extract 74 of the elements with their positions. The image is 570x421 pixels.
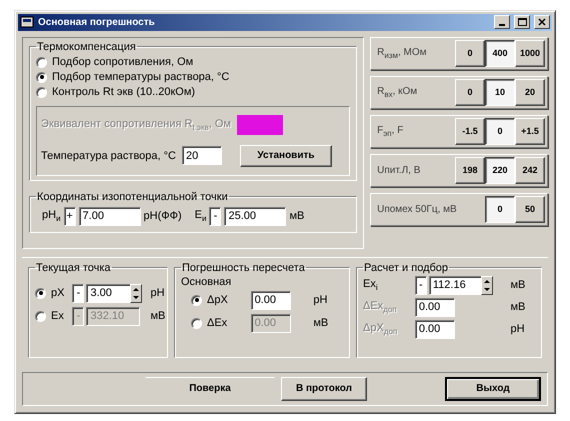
toggle-button[interactable]: +1.5 [515,118,545,145]
toggle-button[interactable]: 0 [455,40,485,67]
equivalent-label: Эквивалент сопротивления R$_{t экв}$, Ом [41,118,231,132]
input-field[interactable]: 7.00 [78,206,141,226]
sign-field[interactable]: + [64,206,76,226]
radio-button[interactable] [36,72,47,83]
radio-button[interactable] [191,294,202,306]
option-label: Контроль Rt экв (10..20кОм) [52,86,196,98]
input-field[interactable]: 25.00 [224,206,286,226]
unit-label: мВ [510,279,526,292]
option-label: ΔEx [207,317,228,330]
unit-label: pH(ФФ) [144,210,182,222]
sign-field[interactable]: - [209,206,222,226]
field-label: ΔEx$_{доп}$ [363,300,398,315]
radio-button[interactable] [36,56,47,68]
unit-label: мВ [150,310,166,322]
group-title: Погрешность пересчета [181,262,306,274]
unit-label: pH [313,294,328,306]
maximize-button[interactable] [514,15,530,30]
group-title: Расчет и подбор [363,262,450,274]
toggle-button[interactable]: 198 [455,156,485,184]
set-button[interactable]: Установить [240,144,332,167]
field-label: Ex$_{i}$ [363,278,379,293]
option-label: Ex [51,310,64,322]
parameter-label: F$_{эп}$, F [377,124,404,138]
field-label: ΔpX$_{доп}$ [363,322,398,337]
radio-button[interactable] [35,288,46,299]
toggle-button[interactable]: 50 [515,196,545,223]
option-label: Подбор сопротивления, Ом [52,56,194,68]
group-subtitle: Основная [181,276,232,288]
field-label: E$_{и}$ [194,209,206,224]
toggle-button[interactable]: 20 [515,78,545,106]
toggle-button[interactable]: 220 [485,156,515,184]
option-label: ΔpX [207,294,228,306]
parameter-label: R$_{изм}$, МОм [377,46,428,60]
spin-buttons[interactable] [480,276,493,295]
maximize-icon [516,17,528,28]
unit-label: мВ [510,301,526,314]
exit-button[interactable]: Выход [445,376,541,401]
app-icon [20,15,34,30]
toggle-button[interactable]: 1000 [515,40,545,67]
close-icon [536,17,548,28]
group-title: Координаты изопотенциальной точки [36,190,229,203]
toggle-button[interactable]: 0 [485,118,515,145]
toggle-button[interactable]: -1.5 [455,118,485,145]
unit-label: мВ [313,317,330,330]
toggle-button[interactable]: 0 [455,78,485,106]
option-label: pX [51,287,64,300]
option-label: Подбор температуры раствора, °С [52,71,230,84]
toggle-button[interactable]: 242 [515,156,545,184]
spin-buttons[interactable] [130,284,142,303]
input-field[interactable]: 20 [182,146,222,166]
minimize-icon [499,24,505,26]
sign-field[interactable]: - [72,284,84,303]
unit-label: pH [510,323,526,336]
sign-field[interactable]: - [414,276,427,295]
parameter-label: Uпит.Л, В [377,164,422,176]
group-title: Термокомпенсация [36,40,137,53]
input-field[interactable]: 0.00 [250,290,291,310]
unit-label: мВ [289,210,304,222]
report-button[interactable]: В протокол [281,376,367,401]
radio-button[interactable] [36,86,47,98]
group-title: Текущая точка [35,262,112,274]
window-title: Основная погрешность [38,16,156,28]
parameter-label: R$_{вх}$, кОм [377,86,418,99]
toggle-button[interactable]: 400 [485,40,515,67]
temperature-label: Температура раствора, °С [41,150,176,162]
toggle-button[interactable]: 0 [485,196,515,223]
toggle-button[interactable]: 10 [485,78,515,106]
close-button[interactable] [534,15,550,30]
field-label: pH$_{и}$ [42,209,61,224]
minimize-button[interactable] [494,15,510,30]
parameter-label: Uпомех 50Гц, мВ [377,204,458,215]
unit-label: pH [150,287,166,300]
